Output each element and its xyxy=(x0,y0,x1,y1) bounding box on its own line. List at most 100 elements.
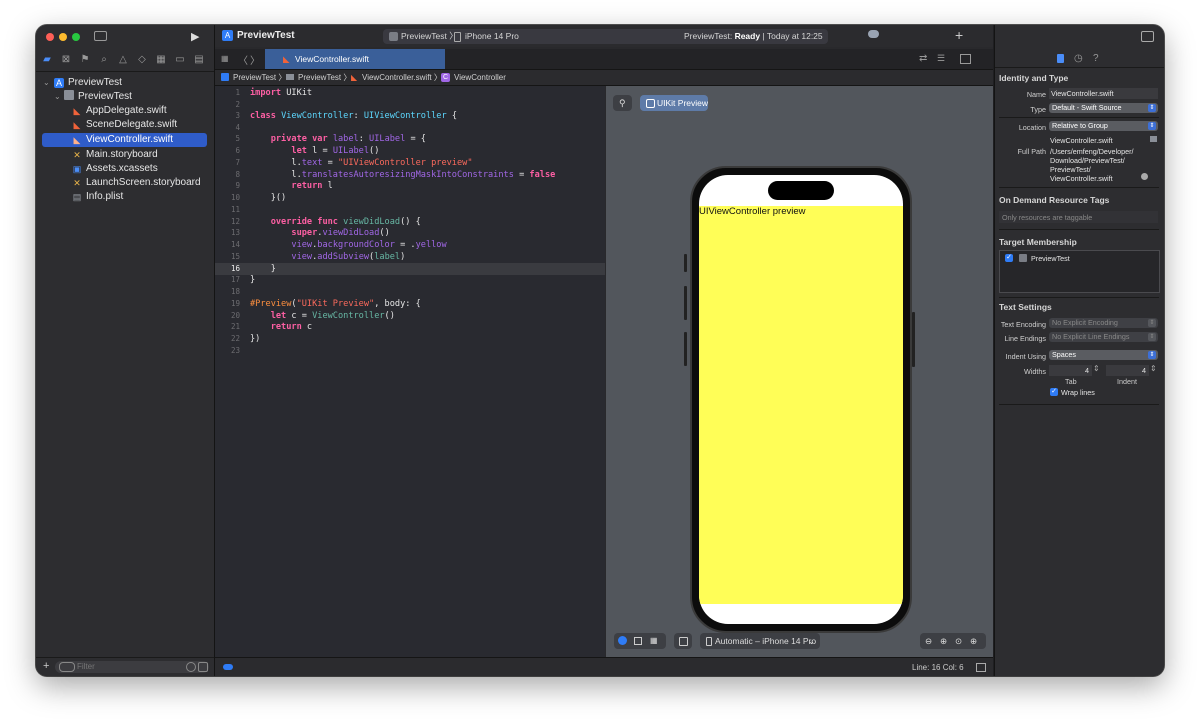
indent-stepper-icon[interactable]: ⇕ xyxy=(1150,364,1157,373)
jumpbar-item[interactable]: ViewController xyxy=(454,70,506,85)
tab-width-field[interactable]: 4 xyxy=(1049,365,1092,376)
filter-options-icon[interactable] xyxy=(59,662,75,672)
device-menu[interactable]: Automatic – iPhone 14 Pro ⌄ xyxy=(700,633,820,649)
preview-label: UIViewController preview xyxy=(699,206,806,217)
inspector-toggle-icon[interactable] xyxy=(1141,31,1154,42)
type-popup[interactable]: Default - Swift Source ⇕ xyxy=(1049,103,1158,113)
grid-icon[interactable]: ▦ xyxy=(221,54,230,63)
file-inspector-icon[interactable] xyxy=(1057,54,1064,63)
reveal-arrow-icon[interactable] xyxy=(1141,173,1148,180)
side-button xyxy=(684,254,687,272)
tab-stepper-icon[interactable]: ⇕ xyxy=(1093,364,1100,373)
split-editor-icon[interactable] xyxy=(960,54,971,64)
list-item[interactable]: ◣ SceneDelegate.swift xyxy=(36,118,214,132)
zoom-out-icon[interactable]: ⊖ xyxy=(925,633,932,649)
related-items-icon[interactable]: ⇄ xyxy=(919,53,927,64)
selectable-mode-icon[interactable] xyxy=(634,637,642,645)
location-file: ViewController.swift xyxy=(1050,136,1113,145)
list-item[interactable]: ◣ AppDelegate.swift xyxy=(36,104,214,118)
scm-filter-icon[interactable] xyxy=(198,662,208,672)
uikit-preview-button[interactable]: UIKit Preview xyxy=(640,95,708,111)
bookmark-icon[interactable]: ⚑ xyxy=(79,54,91,66)
type-value: Default - Swift Source xyxy=(1052,103,1122,112)
name-field[interactable]: ViewController.swift xyxy=(1049,88,1158,99)
list-item[interactable]: ⌄ PreviewTest xyxy=(36,90,214,104)
indent-width-field[interactable]: 4 xyxy=(1106,365,1149,376)
zoom-window-button[interactable] xyxy=(72,33,80,41)
filter-field[interactable] xyxy=(55,661,209,673)
filter-input[interactable] xyxy=(77,661,177,672)
preview-bottom-bar: ▦ Automatic – iPhone 14 Pro ⌄ ⊖ ⊕ ⊙ ⊕ xyxy=(606,624,993,657)
fullpath-line: PreviewTest/ xyxy=(1050,165,1091,174)
status-project: PreviewTest: xyxy=(684,31,733,41)
encoding-popup[interactable]: No Explicit Encoding ⇕ xyxy=(1049,318,1158,328)
breakpoint-icon[interactable]: ▭ xyxy=(174,54,186,66)
find-icon[interactable]: ⌕ xyxy=(98,54,110,66)
zoom-fit-icon[interactable]: ⊕ xyxy=(970,633,977,649)
code-line: class ViewController: UIViewController { xyxy=(250,111,458,121)
sidebar-toggle-icon[interactable] xyxy=(94,31,107,41)
list-item[interactable]: ✕ LaunchScreen.storyboard xyxy=(36,176,214,190)
help-inspector-icon[interactable]: ? xyxy=(1093,53,1099,64)
line-number: 17 xyxy=(230,275,240,284)
run-button[interactable]: ▶ xyxy=(191,30,199,43)
list-item[interactable]: ⌄ A PreviewTest xyxy=(36,76,214,90)
list-item[interactable]: ▤ Info.plist xyxy=(36,190,214,204)
class-icon: C xyxy=(441,73,450,82)
source-control-icon[interactable]: ⊠ xyxy=(60,54,72,66)
folder-icon[interactable] xyxy=(1150,136,1157,142)
location-popup[interactable]: Relative to Group ⇕ xyxy=(1049,121,1158,131)
device-screen[interactable]: UIViewController preview xyxy=(699,175,903,624)
add-tab-icon[interactable]: + xyxy=(955,27,963,43)
console-toggle-icon[interactable] xyxy=(976,663,986,672)
chevron-down-icon[interactable]: ⌄ xyxy=(43,76,50,90)
forward-icon[interactable]: 〉 xyxy=(250,52,260,67)
close-window-button[interactable] xyxy=(46,33,54,41)
test-icon[interactable]: ◇ xyxy=(136,54,148,66)
target-checkbox[interactable]: ✓ xyxy=(1005,254,1013,262)
issue-icon[interactable]: △ xyxy=(117,54,129,66)
xcode-window: ▶ ▰ ⊠ ⚑ ⌕ △ ◇ ▦ ▭ ▤ ⌄ A PreviewTest ⌄ Pre… xyxy=(36,25,1164,676)
chevron-down-icon[interactable]: ⌄ xyxy=(54,90,61,104)
list-item[interactable]: ▣ Assets.xcassets xyxy=(36,162,214,176)
scheme-selector[interactable]: PreviewTest 〉 xyxy=(401,29,458,44)
line-endings-popup[interactable]: No Explicit Line Endings ⇕ xyxy=(1049,332,1158,342)
zoom-in-icon[interactable]: ⊕ xyxy=(940,633,947,649)
dynamic-island xyxy=(768,181,834,200)
code-line: return c xyxy=(270,322,313,332)
preview-mode-control[interactable]: ▦ xyxy=(614,633,666,649)
debug-icon[interactable]: ▦ xyxy=(155,54,167,66)
live-mode-icon[interactable] xyxy=(618,636,627,645)
back-icon[interactable]: 〈 xyxy=(238,52,248,67)
recent-files-icon[interactable] xyxy=(186,662,196,672)
line-number: 13 xyxy=(230,228,240,237)
device-settings-button[interactable] xyxy=(674,633,692,649)
list-item[interactable]: ✕ Main.storyboard xyxy=(36,148,214,162)
minimize-window-button[interactable] xyxy=(59,33,67,41)
tab-viewcontroller[interactable]: ◣ ViewController.swift xyxy=(265,49,445,69)
history-inspector-icon[interactable]: ◷ xyxy=(1074,53,1083,64)
indent-using-popup[interactable]: Spaces ⇕ xyxy=(1049,350,1158,360)
variants-icon[interactable]: ▦ xyxy=(650,633,658,649)
text-settings-title: Text Settings xyxy=(999,302,1052,312)
jumpbar-item[interactable]: PreviewTest 〉 xyxy=(298,70,351,85)
folder-navigator-icon[interactable]: ▰ xyxy=(41,54,53,66)
device-selector[interactable]: iPhone 14 Pro xyxy=(465,29,519,44)
line-endings-label: Line Endings xyxy=(1004,334,1046,343)
chevron-updown-icon: ⇕ xyxy=(1148,333,1156,341)
line-endings-value: No Explicit Line Endings xyxy=(1052,332,1130,341)
zoom-actual-icon[interactable]: ⊙ xyxy=(955,633,962,649)
odr-field[interactable]: Only resources are taggable xyxy=(999,211,1158,223)
editor-options-icon[interactable]: ☰ xyxy=(937,53,945,64)
report-icon[interactable]: ▤ xyxy=(193,54,205,66)
source-editor[interactable]: 1 import UIKit 2 3 class ViewController: U… xyxy=(215,86,605,657)
chevron-down-icon: ⌄ xyxy=(807,636,815,646)
jumpbar-item[interactable]: PreviewTest 〉 xyxy=(233,70,286,85)
wrap-lines-checkbox[interactable]: ✓ xyxy=(1050,388,1058,396)
list-item-selected[interactable]: ◣ ViewController.swift xyxy=(42,133,207,147)
jump-bar: PreviewTest 〉 PreviewTest 〉 ◣ ViewContro… xyxy=(215,70,993,86)
jumpbar-item[interactable]: ViewController.swift 〉 xyxy=(362,70,442,85)
debug-area-toggle-icon[interactable] xyxy=(223,664,233,670)
pin-button[interactable]: ⚲ xyxy=(613,95,632,111)
add-icon[interactable]: + xyxy=(43,660,49,672)
